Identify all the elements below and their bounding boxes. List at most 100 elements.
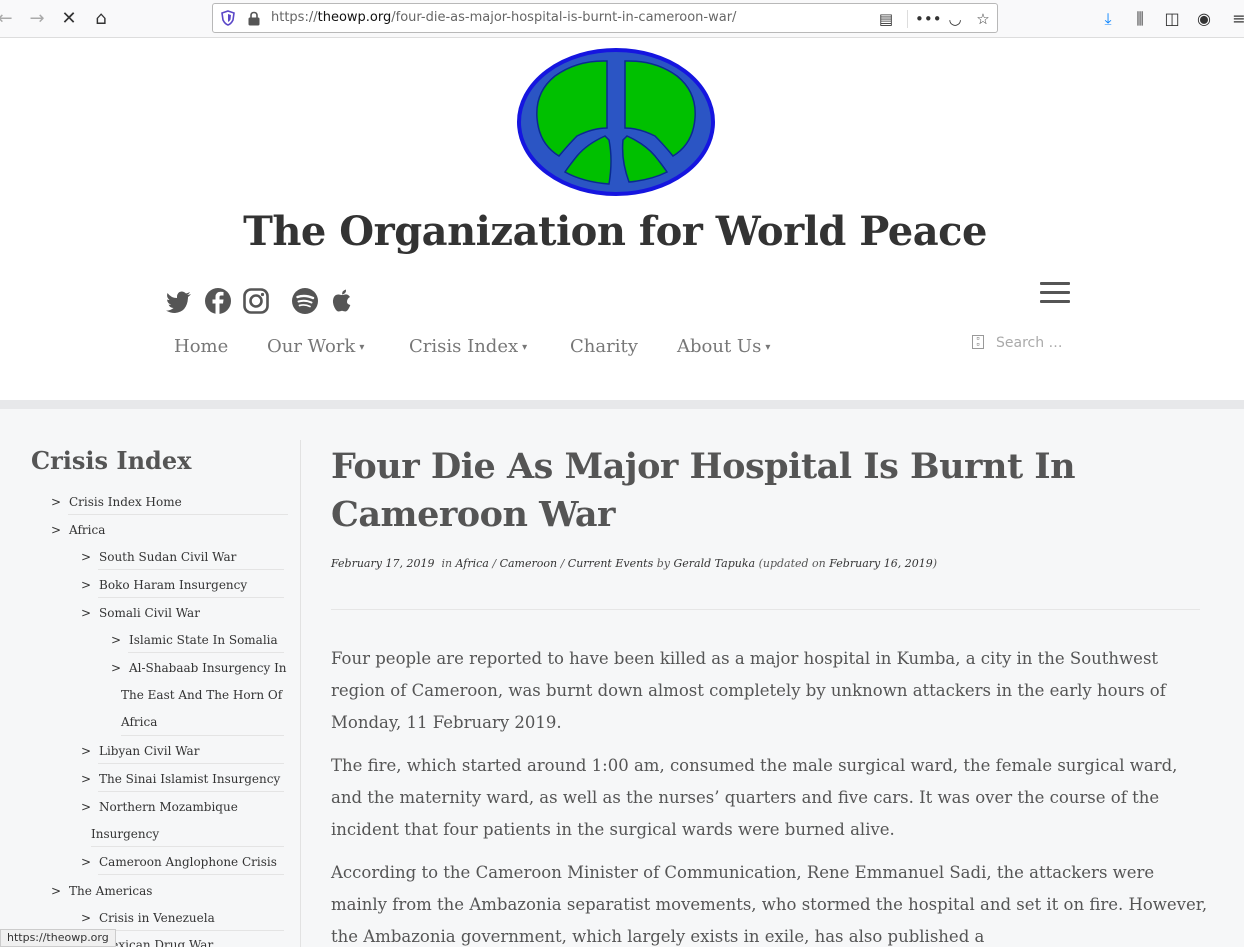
article-title: Four Die As Major Hospital Is Burnt In C… bbox=[331, 446, 1076, 535]
sidebar-rule bbox=[121, 735, 284, 736]
search-input[interactable] bbox=[996, 331, 1106, 355]
chevron-right-icon: > bbox=[51, 523, 62, 537]
downloads-icon[interactable]: ⤓ bbox=[1095, 6, 1121, 32]
sidebar-item-label: Islamic State In Somalia bbox=[129, 633, 278, 647]
sidebar-item-somali-civil-war[interactable]: > Somali Civil War bbox=[81, 606, 200, 620]
apple-icon[interactable] bbox=[328, 287, 356, 315]
nav-charity[interactable]: Charity bbox=[570, 336, 638, 357]
url-path: /four-die-as-major-hospital-is-burnt-in-… bbox=[391, 10, 737, 25]
pocket-icon[interactable]: ◡ bbox=[944, 8, 966, 30]
sidebar-item-al-shabaab[interactable]: > Al-Shabaab Insurgency In bbox=[111, 661, 287, 675]
nav-about-us-label: About Us bbox=[677, 336, 762, 357]
meta-by-label: by bbox=[656, 557, 670, 570]
site-logo[interactable] bbox=[517, 48, 715, 196]
sidebar-item-boko-haram[interactable]: > Boko Haram Insurgency bbox=[81, 578, 247, 592]
twitter-icon[interactable] bbox=[165, 287, 193, 315]
nav-charity-label: Charity bbox=[570, 336, 638, 357]
sidebar-item-label: Mexican Drug War bbox=[99, 938, 214, 947]
nav-home-label: Home bbox=[174, 336, 229, 357]
library-icon[interactable]: ⫼ bbox=[1127, 6, 1153, 32]
instagram-icon[interactable] bbox=[242, 287, 270, 315]
category-link-current-events[interactable]: Current Events bbox=[568, 557, 653, 570]
sidebar-item-label: Al-Shabaab Insurgency In bbox=[129, 661, 287, 675]
sidebar-item-northern-mozambique-cont[interactable]: Insurgency bbox=[91, 827, 159, 841]
hamburger-menu-icon[interactable] bbox=[1040, 282, 1070, 304]
nav-home[interactable]: Home bbox=[174, 336, 228, 357]
chevron-right-icon: > bbox=[81, 550, 92, 564]
article-date-link[interactable]: February 17, 2019 bbox=[331, 557, 434, 570]
sidebar-item-venezuela[interactable]: > Crisis in Venezuela bbox=[81, 911, 215, 925]
sidebar-item-islamic-state-somalia[interactable]: > Islamic State In Somalia bbox=[111, 633, 278, 647]
home-icon[interactable]: ⌂ bbox=[88, 6, 114, 32]
back-icon[interactable]: ← bbox=[0, 6, 18, 32]
updated-date-link[interactable]: February 16, 2019 bbox=[829, 557, 932, 570]
sidebar-item-sinai-insurgency[interactable]: > The Sinai Islamist Insurgency bbox=[81, 772, 280, 786]
sidebar-rule bbox=[128, 652, 284, 653]
account-icon[interactable]: ◉ bbox=[1191, 6, 1217, 32]
chevron-right-icon: > bbox=[51, 884, 62, 898]
sidebar-item-label: Cameroon Anglophone Crisis bbox=[99, 855, 277, 869]
url-prefix: https:// bbox=[271, 10, 318, 25]
chevron-right-icon: > bbox=[111, 661, 122, 675]
stop-icon[interactable]: ✕ bbox=[56, 6, 82, 32]
sidebar-item-label: Libyan Civil War bbox=[99, 744, 200, 758]
sidebar-item-al-shabaab-cont[interactable]: Africa bbox=[121, 715, 157, 729]
header-divider bbox=[0, 400, 1244, 409]
sidebar-item-cameroon-anglophone[interactable]: > Cameroon Anglophone Crisis bbox=[81, 855, 277, 869]
facebook-icon[interactable] bbox=[204, 287, 232, 315]
chevron-right-icon: > bbox=[111, 633, 122, 647]
lock-icon[interactable] bbox=[247, 11, 261, 26]
author-link[interactable]: Gerald Tapuka bbox=[674, 557, 756, 570]
sidebar-item-label: Crisis Index Home bbox=[69, 495, 182, 509]
nav-crisis-index[interactable]: Crisis Index ▾ bbox=[409, 336, 527, 357]
sidebar-item-the-americas[interactable]: > The Americas bbox=[51, 884, 152, 898]
chevron-down-icon: ▾ bbox=[522, 341, 528, 353]
sidebar-item-label: The Sinai Islamist Insurgency bbox=[99, 772, 281, 786]
sidebar-rule bbox=[98, 597, 284, 598]
chevron-right-icon: > bbox=[81, 578, 92, 592]
browser-toolbar: ← → ✕ ⌂ https://theowp.org/four-die-as-m… bbox=[0, 0, 1244, 38]
sidebar-item-crisis-index-home[interactable]: > Crisis Index Home bbox=[51, 495, 182, 509]
tracking-shield-icon[interactable] bbox=[221, 10, 235, 26]
site-title[interactable]: The Organization for World Peace bbox=[0, 208, 1230, 255]
sidebar-item-northern-mozambique[interactable]: > Northern Mozambique bbox=[81, 800, 238, 814]
search-icon[interactable]: ▫ ▫ bbox=[972, 335, 984, 349]
address-bar[interactable]: https://theowp.org/four-die-as-major-hos… bbox=[212, 3, 998, 33]
meta-updated-prefix: (updated on bbox=[758, 557, 826, 570]
article-divider bbox=[331, 609, 1200, 610]
nav-our-work[interactable]: Our Work ▾ bbox=[267, 336, 364, 357]
sidebar-item-label: South Sudan Civil War bbox=[99, 550, 237, 564]
chevron-right-icon: > bbox=[81, 800, 92, 814]
category-link-cameroon[interactable]: Cameroon bbox=[500, 557, 558, 570]
sidebar-item-libyan-civil-war[interactable]: > Libyan Civil War bbox=[81, 744, 199, 758]
article-paragraph: The fire, which started around 1:00 am, … bbox=[331, 756, 1178, 839]
url-separator bbox=[907, 10, 908, 28]
sidebar-rule bbox=[98, 874, 284, 875]
category-link-africa[interactable]: Africa bbox=[456, 557, 489, 570]
meta-in-label: in bbox=[441, 557, 453, 570]
forward-icon[interactable]: → bbox=[24, 6, 50, 32]
article-meta: February 17, 2019 in Africa / Cameroon /… bbox=[331, 557, 937, 570]
sidebar-rule bbox=[98, 930, 284, 931]
sidebar-item-south-sudan[interactable]: > South Sudan Civil War bbox=[81, 550, 236, 564]
reader-view-icon[interactable]: ▤ bbox=[875, 8, 897, 30]
chevron-right-icon: > bbox=[81, 911, 92, 925]
sidebar-rule bbox=[98, 791, 284, 792]
chevron-down-icon: ▾ bbox=[765, 341, 771, 353]
spotify-icon[interactable] bbox=[291, 287, 319, 315]
article-paragraph: According to the Cameroon Minister of Co… bbox=[331, 863, 1208, 946]
sidebar-toggle-icon[interactable]: ◫ bbox=[1159, 6, 1185, 32]
nav-about-us[interactable]: About Us ▾ bbox=[677, 336, 770, 357]
sidebar-title: Crisis Index bbox=[31, 446, 192, 475]
meta-updated-suffix: ) bbox=[932, 557, 937, 570]
status-bar-url: https://theowp.org bbox=[0, 929, 116, 947]
sidebar-item-al-shabaab-cont[interactable]: The East And The Horn Of bbox=[121, 688, 282, 702]
app-menu-icon[interactable]: ≡ bbox=[1226, 6, 1244, 32]
url-text[interactable]: https://theowp.org/four-die-as-major-hos… bbox=[271, 10, 736, 25]
page-actions-icon[interactable]: ••• bbox=[915, 8, 942, 30]
sidebar-item-africa[interactable]: > Africa bbox=[51, 523, 105, 537]
sidebar-item-label: Somali Civil War bbox=[99, 606, 200, 620]
nav-our-work-label: Our Work bbox=[267, 336, 356, 357]
sidebar-item-label: Africa bbox=[69, 523, 106, 537]
bookmark-star-icon[interactable]: ☆ bbox=[972, 8, 994, 30]
